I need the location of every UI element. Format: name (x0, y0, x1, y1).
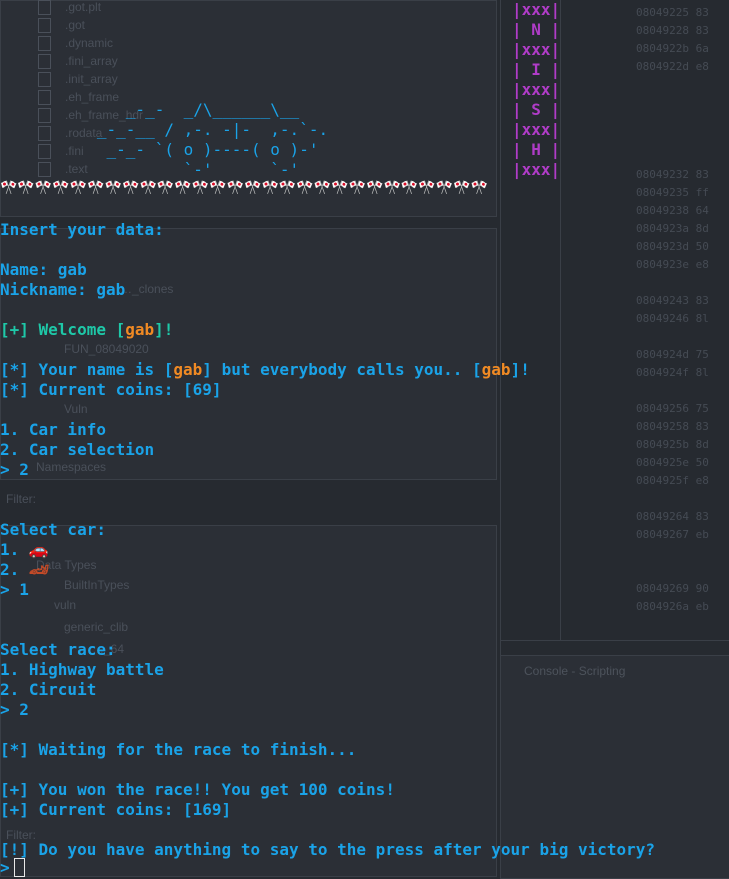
your-name-prefix: [*] Your name is [ (0, 360, 174, 379)
insert-data-line: Insert your data: (0, 220, 164, 239)
car-option-2-label: 2. (0, 560, 29, 579)
select-car-heading: Select car: (0, 520, 106, 539)
ninja-banner-line: | H | (512, 140, 561, 159)
car-input: > 1 (0, 580, 29, 599)
welcome-line: [+] Welcome [gab]! (0, 320, 173, 340)
welcome-name: gab (125, 320, 155, 339)
ninja-banner-line: |xxx| (512, 160, 561, 179)
menu-item-car-selection: 2. Car selection (0, 440, 155, 459)
race-car-icon: 🏎 (28, 560, 50, 579)
won-line: [+] You won the race!! You get 100 coins… (0, 780, 395, 799)
ascii-art-line: _-_-__ / ,-. -|- ,-.`-. (68, 120, 329, 139)
flags-row: 🎌🎌🎌🎌🎌🎌🎌🎌🎌🎌🎌🎌🎌🎌🎌🎌🎌🎌🎌🎌🎌🎌🎌🎌🎌🎌🎌🎌 (0, 180, 489, 196)
press-question-line: [!] Do you have anything to say to the p… (0, 840, 656, 859)
input-prompt-line[interactable]: > (0, 858, 25, 878)
car-option-1: 1. 🚗 (0, 540, 49, 560)
ascii-art-line: _-_- _/\______\__ (68, 100, 300, 119)
your-name-value: gab (173, 360, 203, 379)
menu-item-car-info: 1. Car info (0, 420, 106, 439)
welcome-suffix: ]! (154, 320, 174, 339)
race-input: > 2 (0, 700, 29, 719)
your-name-middle: ] but everybody calls you.. [ (202, 360, 482, 379)
text-cursor[interactable] (13, 858, 25, 877)
ascii-art-line: `-' `-' (68, 160, 300, 179)
name-line: Name: gab (0, 260, 87, 279)
race-option-circuit: 2. Circuit (0, 680, 97, 699)
ninja-banner-line: | N | (512, 20, 561, 39)
nickname-line: Nickname: gab (0, 280, 126, 299)
race-option-highway: 1. Highway battle (0, 660, 164, 679)
prompt-symbol: > (0, 858, 10, 877)
car-option-2: 2. 🏎 (0, 560, 49, 580)
welcome-prefix: [+] Welcome [ (0, 320, 126, 339)
your-name-suffix: ]! (510, 360, 530, 379)
waiting-line: [*] Waiting for the race to finish... (0, 740, 357, 759)
car-option-1-label: 1. (0, 540, 29, 559)
ninja-banner-line: |xxx| (512, 0, 561, 19)
coins-after-line: [+] Current coins: [169] (0, 800, 232, 819)
ninja-banner-line: | I | (512, 60, 561, 79)
ninja-banner-line: |xxx| (512, 80, 561, 99)
terminal[interactable]: _-_- _/\______\__ _-_-__ / ,-. -|- ,-.`-… (0, 0, 729, 877)
select-race-heading: Select race: (0, 640, 116, 659)
ascii-art-line: _-_- `( o )----( o )-' (68, 140, 319, 159)
coins-line: [*] Current coins: [69] (0, 380, 222, 399)
your-name-line: [*] Your name is [gab] but everybody cal… (0, 360, 530, 380)
ninja-banner-line: |xxx| (512, 120, 561, 139)
your-name-nick: gab (481, 360, 511, 379)
menu-input: > 2 (0, 460, 29, 479)
ninja-banner-line: |xxx| (512, 40, 561, 59)
ninja-banner-line: | S | (512, 100, 561, 119)
red-car-icon: 🚗 (28, 540, 49, 559)
